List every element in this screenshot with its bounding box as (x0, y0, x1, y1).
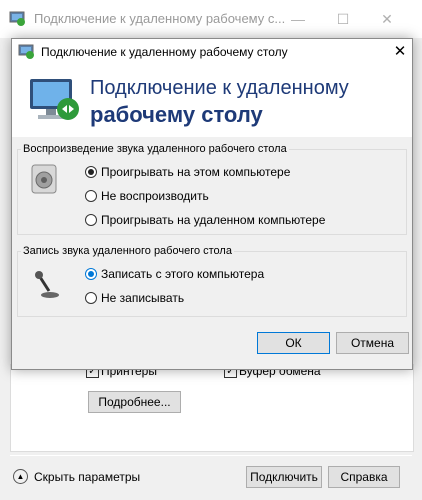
radio-no-record-label[interactable]: Не записывать (101, 291, 184, 305)
radio-no-playback-label[interactable]: Не воспроизводить (101, 189, 209, 203)
remote-desktop-logo-icon (30, 79, 79, 120)
radio-play-remote[interactable] (85, 214, 97, 226)
close-icon[interactable]: ✕ (377, 9, 397, 29)
cancel-button[interactable]: Отмена (336, 332, 409, 354)
footer-separator (10, 455, 412, 456)
dialog-title: Подключение к удаленному рабочему столу (41, 45, 288, 59)
collapse-options-icon[interactable]: ▲ (13, 469, 28, 484)
more-button[interactable]: Подробнее... (88, 391, 181, 413)
hide-options-link[interactable]: Скрыть параметры (34, 470, 140, 484)
close-icon[interactable]: ✕ (390, 42, 410, 62)
help-button[interactable]: Справка (328, 466, 400, 488)
minimize-icon[interactable]: — (288, 9, 308, 29)
radio-play-remote-label[interactable]: Проигрывать на удаленном компьютере (101, 213, 325, 227)
background-title: Подключение к удаленному рабочему с... (34, 11, 286, 26)
record-group: Запись звука удаленного рабочего стола (17, 245, 407, 317)
remote-desktop-icon (18, 44, 34, 59)
ok-button[interactable]: ОК (257, 332, 330, 354)
playback-group-legend: Воспроизведение звука удаленного рабочег… (23, 143, 287, 155)
background-titlebar: Подключение к удаленному рабочему с... —… (0, 0, 422, 38)
dialog-titlebar: Подключение к удаленному рабочему столу … (12, 39, 412, 65)
dialog-heading-line2: рабочему столу (90, 102, 263, 127)
microphone-icon (35, 271, 59, 298)
options-panel (10, 364, 414, 452)
radio-play-local[interactable] (85, 166, 97, 178)
radio-no-record[interactable] (85, 292, 97, 304)
dialog-heading-line1: Подключение к удаленному (90, 77, 349, 99)
radio-no-playback[interactable] (85, 190, 97, 202)
speaker-icon (31, 164, 57, 194)
audio-settings-dialog: Подключение к удаленному рабочему столу … (11, 38, 413, 370)
radio-play-local-label[interactable]: Проигрывать на этом компьютере (101, 165, 290, 179)
radio-record-local-label[interactable]: Записать с этого компьютера (101, 267, 264, 281)
remote-desktop-icon (9, 11, 25, 26)
maximize-icon[interactable]: ☐ (333, 9, 353, 29)
radio-record-local[interactable] (85, 268, 97, 280)
record-group-legend: Запись звука удаленного рабочего стола (23, 245, 232, 257)
connect-button[interactable]: Подключить (246, 466, 322, 488)
